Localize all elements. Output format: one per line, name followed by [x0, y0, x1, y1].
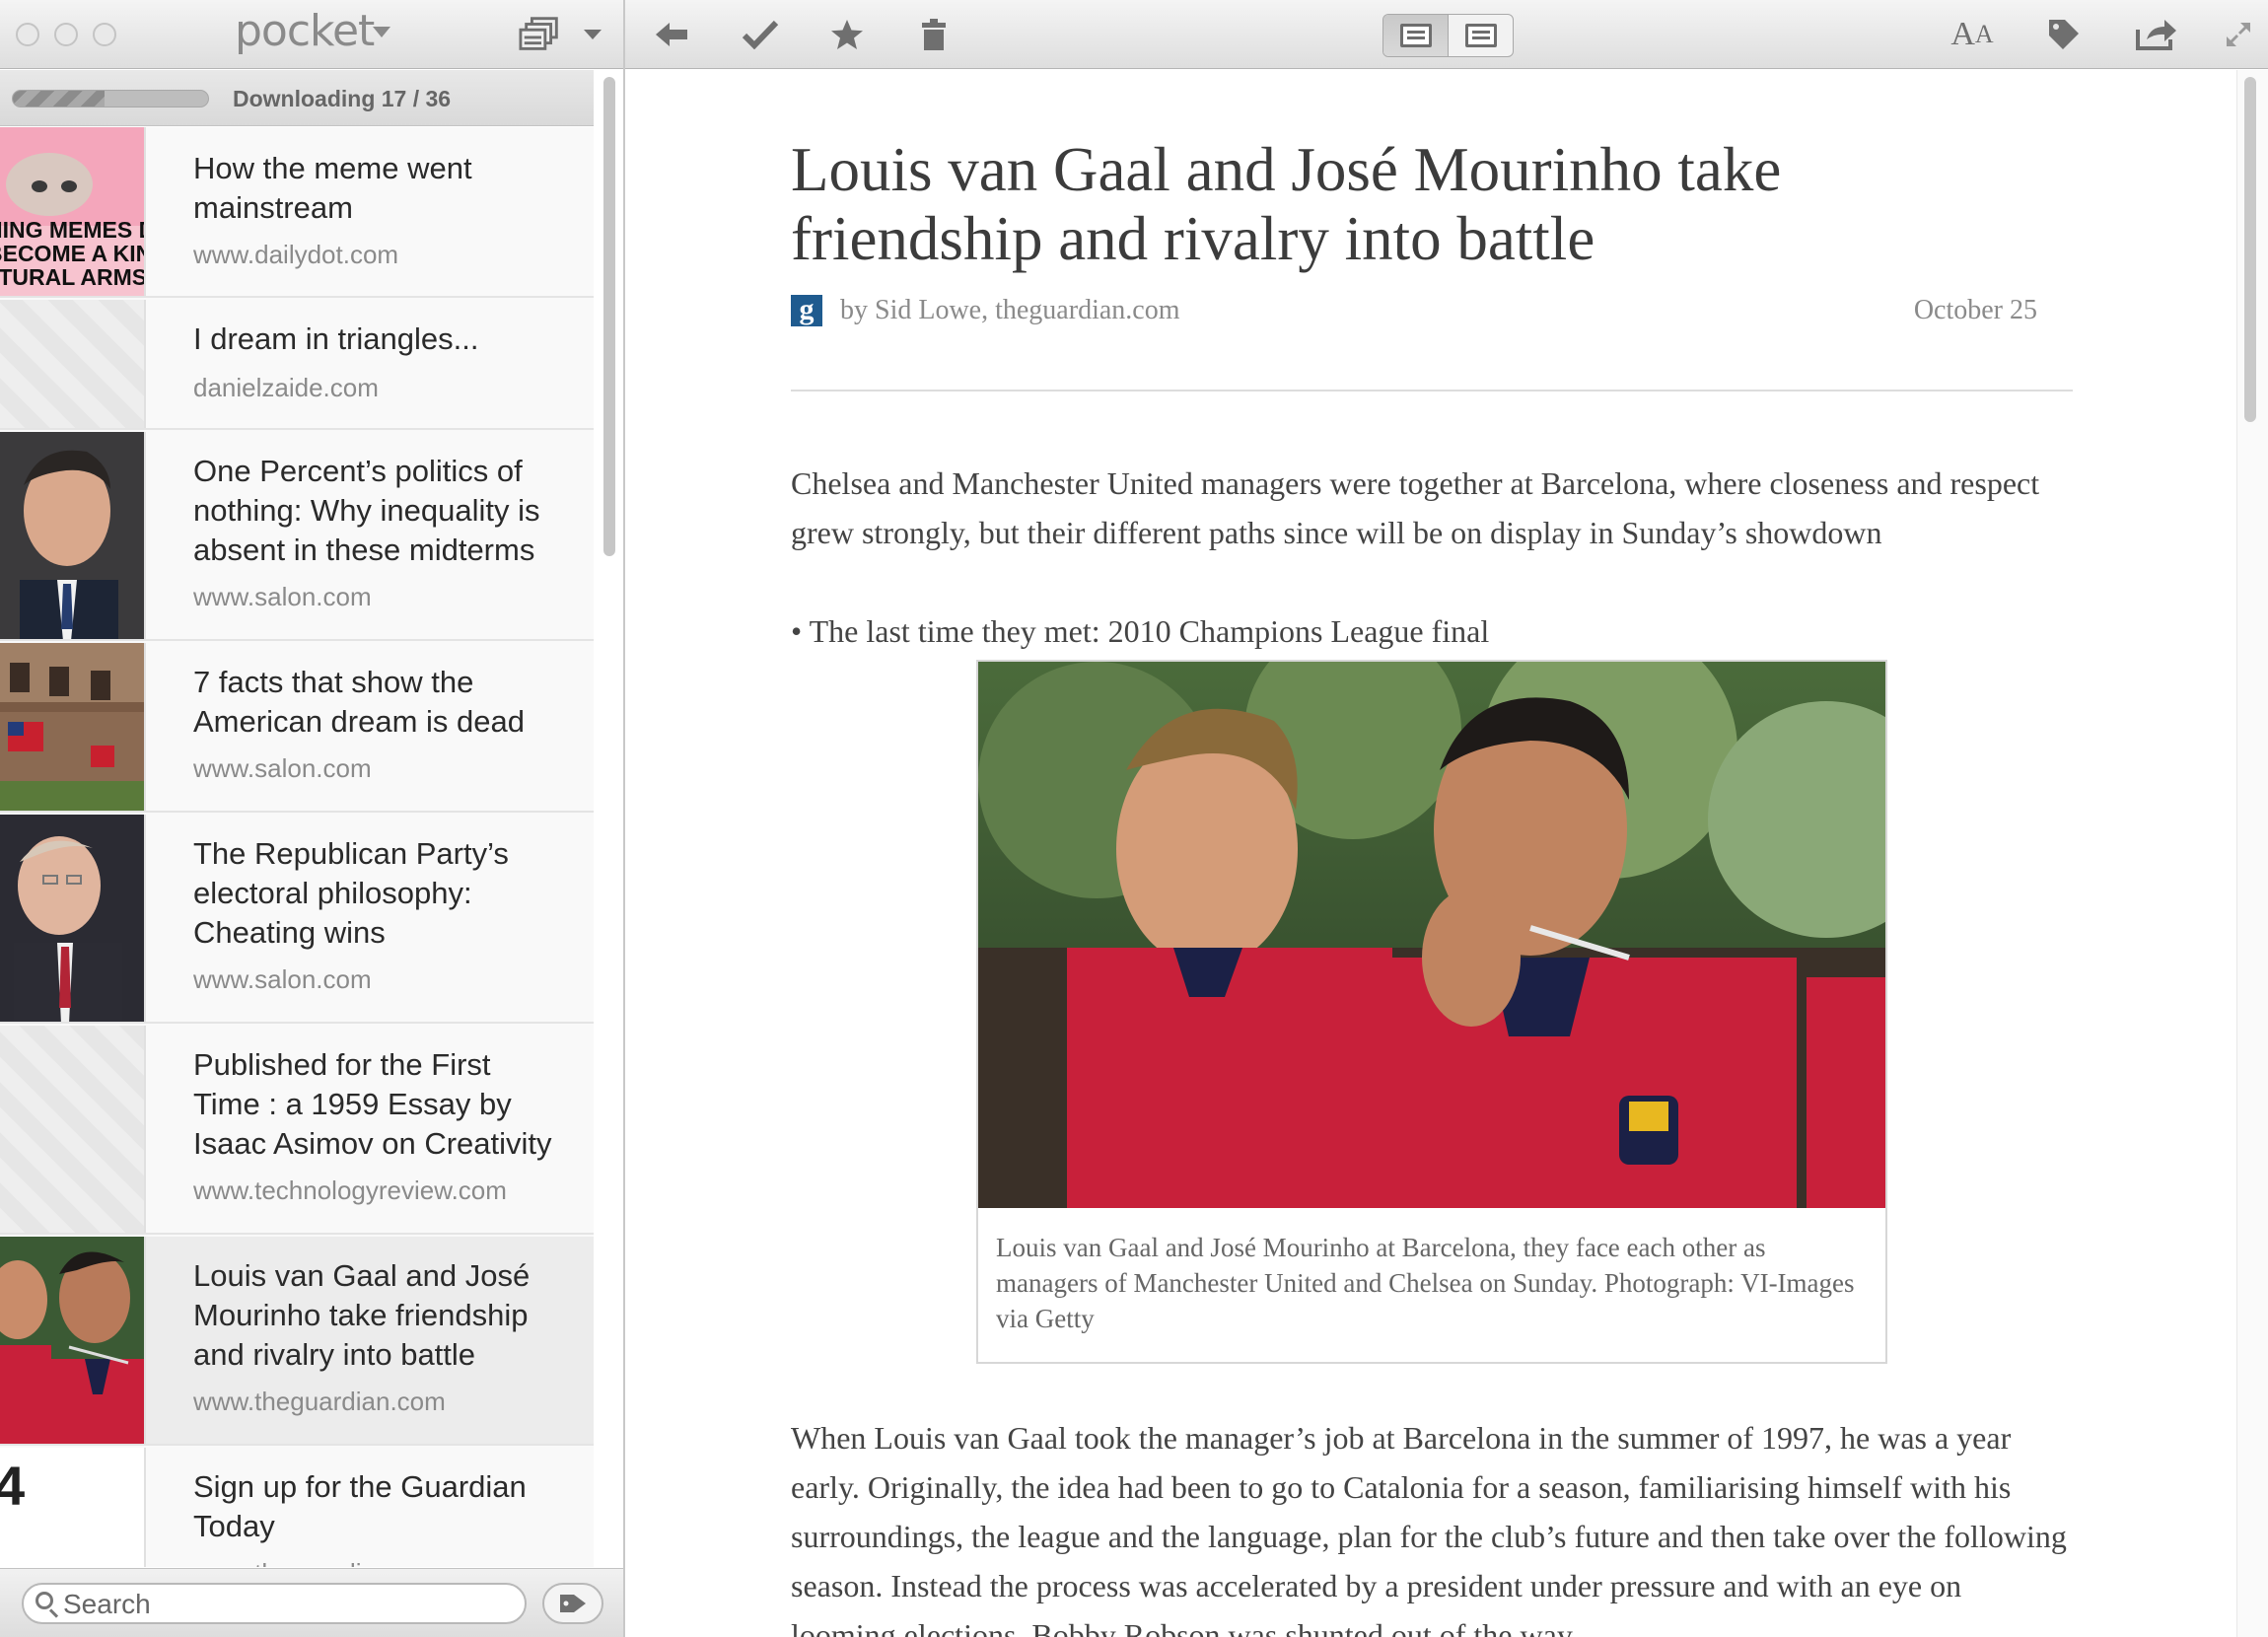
app-logo[interactable]: pocket — [235, 6, 375, 56]
list-item-title: One Percent’s politics of nothing: Why i… — [193, 454, 540, 567]
article-figure: Louis van Gaal and José Mourinho at Barc… — [976, 660, 1887, 1364]
article-intro: Chelsea and Manchester United managers w… — [791, 465, 2040, 550]
list-item-title: Published for the First Time : a 1959 Es… — [193, 1047, 552, 1161]
list-item[interactable]: I dream in triangles... danielzaide.com — [0, 300, 594, 430]
list-item-title: Sign up for the Guardian Today — [193, 1469, 527, 1543]
list-item-title: The Republican Party’s electoral philoso… — [193, 836, 509, 950]
reader-scrollbar[interactable] — [2244, 77, 2256, 422]
tag-icon — [560, 1595, 586, 1612]
search-icon — [35, 1592, 53, 1609]
list-item-domain: www.salon.com — [193, 753, 372, 783]
text-size-icon[interactable]: AA — [1947, 12, 1998, 57]
article-reader: Louis van Gaal and José Mourinho take fr… — [625, 70, 2236, 1637]
article-byline: by Sid Lowe, theguardian.com — [840, 295, 1180, 325]
list-item-title: 7 facts that show the American dream is … — [193, 665, 525, 739]
list-item-domain: www.salon.com — [193, 582, 372, 611]
minimize-window-button[interactable] — [54, 23, 78, 46]
download-progress-bar — [12, 90, 209, 107]
list-item[interactable]: 7 facts that show the American dream is … — [0, 643, 594, 813]
close-window-button[interactable] — [16, 23, 39, 46]
article-list: NING MEMES D BECOME A KIN LTURAL ARMS Ho… — [0, 127, 594, 1567]
view-mode-toggle[interactable] — [1382, 14, 1514, 57]
download-status-bar: Downloading 17 / 36 — [0, 70, 594, 126]
list-item-domain: www.dailydot.com — [193, 240, 399, 269]
list-item-domain: www.theguardian.com — [193, 1387, 446, 1416]
thumbnail — [0, 1026, 146, 1233]
toolbar: pocket AA — [0, 0, 2268, 69]
download-progress-fill — [13, 91, 106, 107]
tag-icon[interactable] — [2041, 12, 2087, 57]
thumbnail — [0, 300, 146, 428]
search-input[interactable] — [63, 1589, 517, 1620]
fullscreen-icon[interactable] — [2219, 12, 2258, 57]
back-icon[interactable] — [649, 12, 694, 57]
article-view-icon — [1399, 24, 1432, 47]
list-item[interactable]: NING MEMES D BECOME A KIN LTURAL ARMS Ho… — [0, 127, 594, 298]
figure-caption: Louis van Gaal and José Mourinho at Barc… — [996, 1233, 1855, 1333]
thumbnail — [0, 1237, 146, 1444]
list-item-domain: www.salon.com — [193, 964, 372, 994]
article-photo — [978, 662, 1885, 1208]
article-paragraph: When Louis van Gaal took the manager’s j… — [791, 1420, 2067, 1637]
list-item-title: How the meme went mainstream — [193, 151, 472, 225]
list-scrollbar[interactable] — [603, 77, 615, 556]
web-view-icon — [1464, 24, 1497, 47]
check-icon[interactable] — [738, 12, 783, 57]
download-status-text: Downloading 17 / 36 — [233, 86, 452, 111]
list-item-domain: www.technologyreview.com — [193, 1175, 507, 1205]
share-icon[interactable] — [2134, 12, 2179, 57]
thumbnail — [0, 815, 146, 1022]
search-field[interactable] — [22, 1583, 527, 1624]
thumbnail-caption: 4 — [0, 1454, 25, 1518]
list-item-selected[interactable]: Louis van Gaal and José Mourinho take fr… — [0, 1237, 594, 1446]
article-title: Louis van Gaal and José Mourinho take fr… — [791, 135, 1782, 273]
source-icon: g — [791, 295, 822, 326]
web-view-button[interactable] — [1449, 15, 1513, 56]
zoom-window-button[interactable] — [93, 23, 116, 46]
list-item-title: Louis van Gaal and José Mourinho take fr… — [193, 1258, 531, 1372]
sidebar-footer — [0, 1568, 623, 1637]
list-item-domain: danielzaide.com — [193, 373, 379, 402]
thumbnail — [0, 643, 146, 811]
chevron-down-icon[interactable] — [373, 27, 390, 37]
article-date: October 25 — [1913, 295, 2037, 325]
article-bullet-link[interactable]: • The last time they met: 2010 Champions… — [791, 606, 2073, 656]
list-item[interactable]: The Republican Party’s electoral philoso… — [0, 815, 594, 1024]
article-view-button[interactable] — [1383, 15, 1449, 56]
thumbnail — [0, 432, 146, 639]
list-item[interactable]: Published for the First Time : a 1959 Es… — [0, 1026, 594, 1235]
star-icon[interactable] — [824, 12, 870, 57]
thumbnail-caption: NING MEMES D BECOME A KIN LTURAL ARMS — [0, 217, 146, 290]
list-item[interactable]: One Percent’s politics of nothing: Why i… — [0, 432, 594, 641]
thumbnail: 4 — [0, 1448, 146, 1567]
tag-filter-button[interactable] — [542, 1583, 603, 1624]
list-view-icon[interactable] — [519, 12, 564, 57]
chevron-down-icon[interactable] — [570, 12, 615, 57]
list-item[interactable]: 4 Sign up for the Guardian Today www.the… — [0, 1448, 594, 1567]
list-item-title: I dream in triangles... — [193, 321, 479, 356]
list-item-domain: www.theguardian.com — [193, 1558, 446, 1567]
divider — [791, 390, 2073, 391]
thumbnail: NING MEMES D BECOME A KIN LTURAL ARMS — [0, 127, 146, 296]
trash-icon[interactable] — [911, 12, 957, 57]
